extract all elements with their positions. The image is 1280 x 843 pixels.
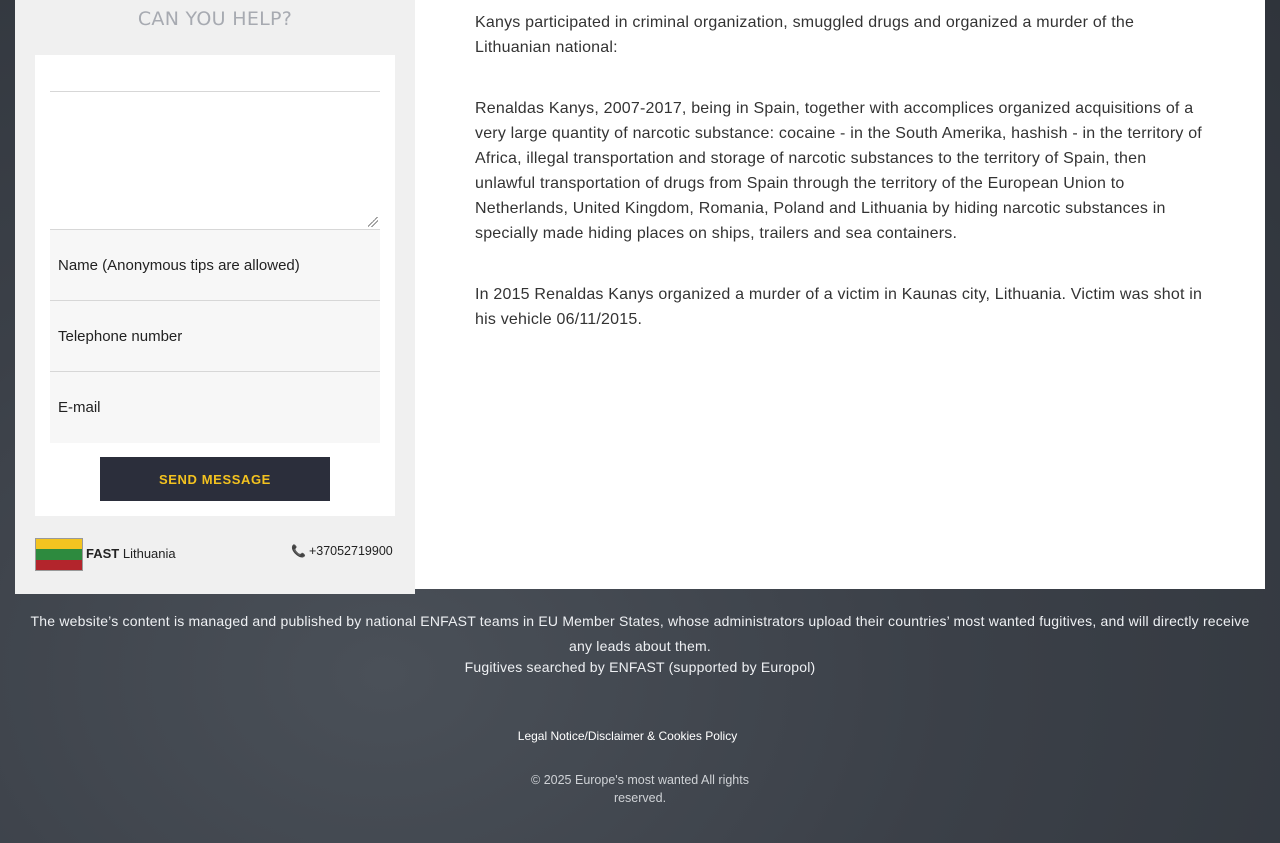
name-placeholder: Name (Anonymous tips are allowed) [58, 257, 300, 274]
email-placeholder: E-mail [58, 399, 101, 416]
fast-country: Lithuania [122, 546, 176, 561]
footer-managed-text: The website’s content is managed and pub… [30, 613, 1250, 654]
footer-searched-text: Fugitives searched by ENFAST (supported … [464, 659, 816, 675]
fast-team-label: FAST Lithuania [86, 546, 176, 561]
fugitive-description: Kanys participated in criminal organizat… [475, 10, 1207, 368]
description-paragraph: Renaldas Kanys, 2007-2017, being in Spai… [475, 100, 1202, 242]
telephone-icon: 📞 [291, 544, 306, 558]
copyright-text: © 2025 Europe's most wanted All rights r… [531, 773, 749, 805]
email-field[interactable]: E-mail [50, 372, 380, 443]
lithuania-flag-icon [36, 539, 82, 570]
telephone-field[interactable]: Telephone number [50, 301, 380, 372]
message-textarea[interactable] [50, 92, 380, 230]
telephone-placeholder: Telephone number [58, 328, 183, 345]
description-paragraph: In 2015 Renaldas Kanys organized a murde… [475, 286, 1203, 328]
name-field[interactable]: Name (Anonymous tips are allowed) [50, 230, 380, 301]
description-paragraph: Kanys participated in criminal organizat… [475, 14, 1135, 56]
legal-notice-link[interactable]: Legal Notice/Disclaimer & Cookies Policy [0, 729, 1255, 743]
fast-label-bold: FAST [86, 546, 120, 561]
form-top-divider [50, 55, 380, 92]
phone-number: +37052719900 [308, 544, 393, 558]
tip-form: Name (Anonymous tips are allowed) Teleph… [35, 55, 395, 516]
sidebar-title: CAN YOU HELP? [137, 8, 293, 30]
resize-handle-icon[interactable] [368, 217, 378, 227]
tip-sidebar: CAN YOU HELP? Name (Anonymous tips are a… [15, 0, 415, 594]
send-message-button[interactable]: SEND MESSAGE [100, 457, 330, 501]
contact-phone[interactable]: 📞 +37052719900 [291, 544, 393, 558]
